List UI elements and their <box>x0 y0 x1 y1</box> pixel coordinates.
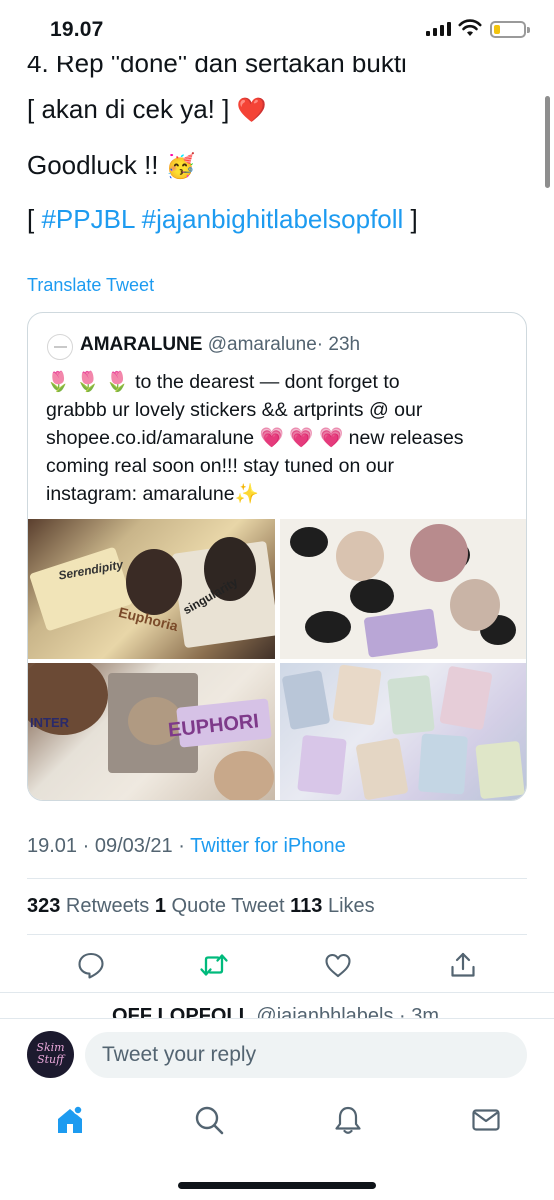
home-icon[interactable] <box>54 1104 86 1136</box>
tweet-actions <box>0 950 554 980</box>
quote-text-line: instagram: amaralune✨ <box>46 483 259 505</box>
battery-icon <box>490 21 530 38</box>
quote-avatar[interactable] <box>47 334 73 360</box>
translate-tweet-link[interactable]: Translate Tweet <box>27 275 154 296</box>
wifi-icon <box>458 19 482 36</box>
tweet-line-text: [ akan di cek ya! ] <box>27 94 230 124</box>
party-face-emoji: 🥳 <box>165 153 196 180</box>
tweet-source-link[interactable]: Twitter for iPhone <box>190 835 346 857</box>
quote-text-line: 🌷 🌷 🌷 to the dearest — dont forget to <box>46 371 400 393</box>
divider <box>27 878 527 879</box>
status-bar: 19.07 <box>0 0 554 56</box>
quote-time: · 23h <box>316 334 361 355</box>
hashtag-link[interactable]: #jajanbighitlabelsopfoll <box>142 204 404 234</box>
photo-prints-collage[interactable]: Serendipity Euphoria singularity <box>28 519 275 659</box>
hashtag-link[interactable]: #PPJBL <box>41 204 134 234</box>
quote-text-line: grabbb ur lovely stickers && artprints @… <box>46 399 423 421</box>
tweet-timestamp: 19.01 · 09/03/21 · <box>27 835 191 857</box>
photo-grid: Serendipity Euphoria singularity EUPHORI… <box>28 519 526 800</box>
quote-text: 🌷 🌷 🌷 to the dearest — dont forget to gr… <box>46 368 516 508</box>
likes-count: 113 <box>290 895 323 917</box>
notifications-icon[interactable] <box>332 1104 364 1136</box>
bracket-open: [ <box>27 204 42 234</box>
print-label: INTER <box>30 715 69 730</box>
quote-header: AMARALUNE @amaralune· 23h <box>80 334 360 356</box>
retweets-stat[interactable]: 323 Retweets <box>27 895 155 917</box>
quoted-tweet[interactable]: AMARALUNE @amaralune· 23h 🌷 🌷 🌷 to the d… <box>27 312 527 801</box>
status-time: 19.07 <box>50 18 104 41</box>
retweets-count: 323 <box>27 895 61 917</box>
retweets-label: Retweets <box>60 895 155 917</box>
quote-author-name: AMARALUNE <box>80 334 203 355</box>
bracket-close: ] <box>403 204 418 234</box>
quote-text-line: coming real soon on!!! stay tuned on our <box>46 455 394 477</box>
signal-icon <box>426 22 451 36</box>
reply-icon[interactable] <box>76 950 106 980</box>
search-icon[interactable] <box>193 1104 225 1136</box>
reply-bar: Skim Stuff <box>0 1018 554 1088</box>
heart-emoji: ❤️ <box>236 97 267 124</box>
scrollbar[interactable] <box>545 96 550 188</box>
reply-input[interactable] <box>85 1032 527 1078</box>
divider <box>27 934 527 935</box>
battery-level <box>494 25 500 34</box>
retweet-icon[interactable] <box>199 950 229 980</box>
likes-label: Likes <box>322 895 375 917</box>
photo-photocards-collage[interactable] <box>280 663 526 800</box>
photo-kitten-print[interactable]: EUPHORI INTER <box>28 663 275 800</box>
tweet-line-text: Goodluck !! <box>27 150 159 180</box>
likes-stat[interactable]: 113 Likes <box>290 895 375 917</box>
quote-author-handle: @amaralune <box>207 334 317 355</box>
share-icon[interactable] <box>448 950 478 980</box>
divider <box>0 992 554 993</box>
photo-stickers-collage[interactable] <box>280 519 526 659</box>
tweet-line: [ akan di cek ya! ] ❤️ <box>27 92 266 128</box>
quotes-label: Quote Tweet <box>165 895 291 917</box>
quotes-count: 1 <box>154 895 166 917</box>
user-avatar[interactable]: Skim Stuff <box>27 1031 74 1078</box>
quote-text-line: shopee.co.id/amaralune 💗 💗 💗 new release… <box>46 427 464 449</box>
home-indicator[interactable] <box>178 1182 376 1189</box>
hashtag-line: [ #PPJBL #jajanbighitlabelsopfoll ] <box>27 202 418 236</box>
tweet-stats: 323 Retweets 1 Quote Tweet 113 Likes <box>27 895 375 918</box>
messages-icon[interactable] <box>470 1104 502 1136</box>
tweet-line: Goodluck !! 🥳 <box>27 148 196 184</box>
quotes-stat[interactable]: 1 Quote Tweet <box>155 895 290 917</box>
like-icon[interactable] <box>323 950 353 980</box>
tweet-meta: 19.01 · 09/03/21 · Twitter for iPhone <box>27 835 346 858</box>
